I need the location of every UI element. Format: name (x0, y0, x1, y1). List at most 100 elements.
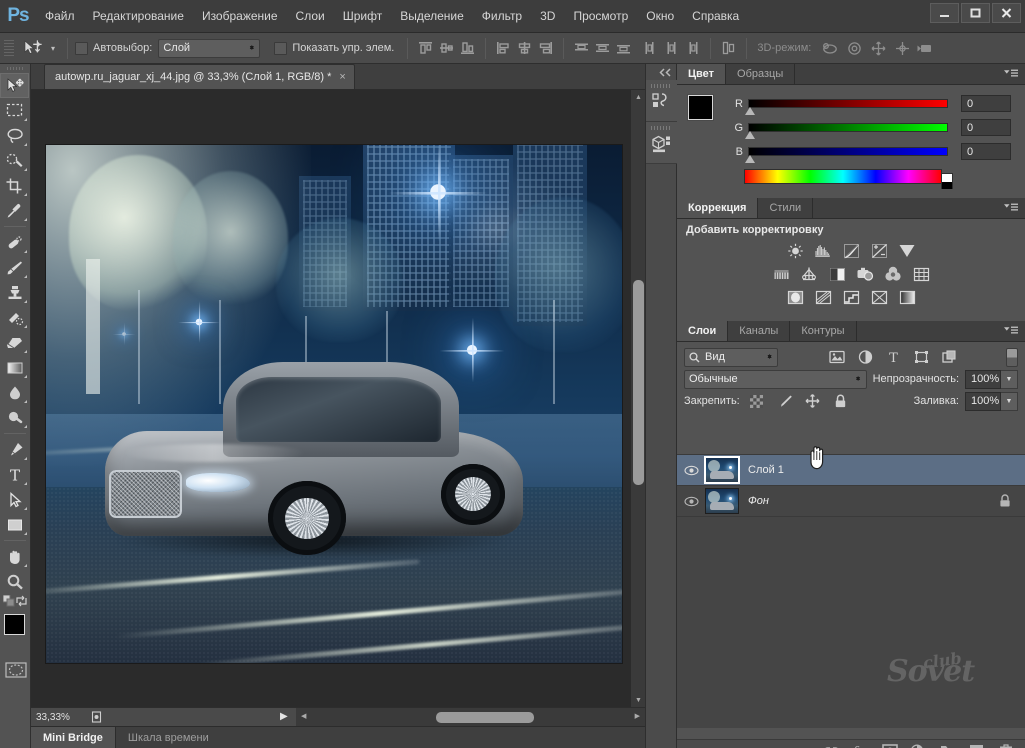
gradient-tool[interactable] (0, 355, 29, 380)
rectangular-marquee-tool[interactable] (0, 98, 29, 123)
menu-item-3d[interactable]: 3D (531, 0, 564, 33)
3d-camera-icon[interactable] (914, 37, 938, 59)
3d-panel-button[interactable] (646, 122, 678, 164)
link-layers-icon[interactable] (822, 742, 841, 748)
tab-paths[interactable]: Контуры (790, 321, 857, 341)
foreground-color-swatch[interactable] (4, 614, 25, 635)
align-bottom-edges-icon[interactable] (457, 38, 478, 59)
maximize-button[interactable] (961, 3, 990, 23)
filter-shape-icon[interactable] (910, 347, 932, 367)
blur-tool[interactable] (0, 380, 29, 405)
layers-list[interactable]: Слой 1 Фон (677, 454, 1025, 728)
minimize-button[interactable] (930, 3, 959, 23)
levels-icon[interactable] (812, 241, 834, 261)
default-colors-icon[interactable] (3, 595, 15, 607)
align-right-edges-icon[interactable] (535, 38, 556, 59)
blue-value-field[interactable]: 0 (961, 143, 1011, 160)
filter-smart-object-icon[interactable] (938, 347, 960, 367)
color-lookup-icon[interactable] (910, 264, 932, 284)
delete-layer-icon[interactable] (996, 742, 1015, 748)
scroll-left-icon[interactable]: ◀ (301, 712, 306, 720)
align-horizontal-centers-icon[interactable] (514, 38, 535, 59)
blue-slider[interactable] (745, 147, 948, 163)
align-top-edges-icon[interactable] (415, 38, 436, 59)
3d-pan-icon[interactable] (866, 37, 890, 59)
align-vertical-centers-icon[interactable] (436, 38, 457, 59)
channel-mixer-icon[interactable] (882, 264, 904, 284)
layer-mask-icon[interactable] (880, 742, 899, 748)
document-tab[interactable]: autowp.ru_jaguar_xj_44.jpg @ 33,3% (Слой… (44, 64, 355, 89)
menu-item-help[interactable]: Справка (683, 0, 748, 33)
layer-filter-type-select[interactable]: Вид ▲ ▼ (684, 347, 778, 367)
status-expand-icon[interactable]: ▶ (280, 711, 288, 722)
menu-item-edit[interactable]: Редактирование (84, 0, 193, 33)
menu-item-layers[interactable]: Слои (287, 0, 334, 33)
black-white-icon[interactable] (826, 264, 848, 284)
spot-healing-brush-tool[interactable] (0, 230, 29, 255)
menu-item-image[interactable]: Изображение (193, 0, 287, 33)
swap-colors-icon[interactable] (16, 595, 28, 607)
red-value-field[interactable]: 0 (961, 95, 1011, 112)
photo-filter-icon[interactable] (854, 264, 876, 284)
chevron-down-icon[interactable]: ▼ (1001, 369, 1018, 389)
tab-channels[interactable]: Каналы (728, 321, 791, 341)
hue-saturation-icon[interactable] (770, 264, 792, 284)
auto-align-layers-icon[interactable] (718, 38, 739, 59)
selective-color-icon[interactable] (868, 287, 890, 307)
gradient-map-icon[interactable] (896, 287, 918, 307)
canvas-horizontal-scrollbar[interactable]: ▶ ◀ ▶ (280, 708, 645, 727)
chevron-down-icon[interactable]: ▼ (1001, 391, 1018, 411)
green-value-field[interactable]: 0 (961, 119, 1011, 136)
layer-style-icon[interactable]: fx (851, 742, 870, 748)
slider-knob-icon[interactable] (745, 107, 755, 115)
distribute-vertical-centers-icon[interactable] (592, 38, 613, 59)
blend-mode-select[interactable]: Обычные ▲ ▼ (684, 369, 867, 389)
spectrum-endcaps[interactable] (941, 173, 953, 189)
new-fill-adjustment-icon[interactable] (909, 742, 928, 748)
color-balance-icon[interactable] (798, 264, 820, 284)
path-selection-tool[interactable] (0, 487, 29, 512)
lock-image-pixels-icon[interactable] (774, 391, 796, 411)
filter-adjustment-icon[interactable] (854, 347, 876, 367)
menu-item-select[interactable]: Выделение (391, 0, 473, 33)
slider-knob-icon[interactable] (745, 131, 755, 139)
table-row[interactable]: Фон (677, 486, 1025, 517)
scroll-up-icon[interactable]: ▲ (631, 90, 645, 104)
history-panel-button[interactable] (646, 80, 678, 122)
dodge-tool[interactable] (0, 405, 29, 430)
autoselect-checkbox[interactable] (75, 41, 88, 55)
posterize-icon[interactable] (812, 287, 834, 307)
tab-mini-bridge[interactable]: Mini Bridge (31, 727, 116, 748)
panel-menu-icon[interactable] (997, 198, 1025, 218)
canvas-area[interactable]: ▲ ▼ (31, 90, 645, 707)
lock-all-icon[interactable] (830, 391, 852, 411)
distribute-horizontal-centers-icon[interactable] (661, 38, 682, 59)
eraser-tool[interactable] (0, 330, 29, 355)
document-profile-icon[interactable] (87, 711, 107, 723)
3d-slide-icon[interactable] (890, 37, 914, 59)
menu-item-type[interactable]: Шрифт (334, 0, 391, 33)
green-slider[interactable] (745, 123, 948, 139)
brightness-contrast-icon[interactable] (784, 241, 806, 261)
fill-value[interactable]: 100% (965, 391, 1001, 411)
pen-tool[interactable] (0, 437, 29, 462)
tab-layers[interactable]: Слои (677, 321, 729, 341)
menu-item-filter[interactable]: Фильтр (473, 0, 531, 33)
foreground-color-swatch[interactable] (687, 94, 714, 121)
show-controls-checkbox[interactable] (274, 41, 288, 55)
rectangle-tool[interactable] (0, 512, 29, 537)
scroll-right-icon[interactable]: ▶ (635, 712, 640, 720)
tools-panel-grip[interactable] (0, 64, 30, 73)
distribute-right-edges-icon[interactable] (682, 38, 703, 59)
layer-thumbnail[interactable] (704, 456, 740, 484)
autoselect-scope-select[interactable]: Слой ▲ ▼ (158, 38, 261, 58)
menu-item-view[interactable]: Просмотр (564, 0, 637, 33)
brush-tool[interactable] (0, 255, 29, 280)
lasso-tool[interactable] (0, 123, 29, 148)
new-group-icon[interactable] (938, 742, 957, 748)
horizontal-type-tool[interactable]: T (0, 462, 29, 487)
3d-roll-icon[interactable] (842, 37, 866, 59)
layer-thumbnail[interactable] (705, 488, 739, 514)
clone-stamp-tool[interactable] (0, 280, 29, 305)
scroll-thumb[interactable] (436, 712, 534, 723)
